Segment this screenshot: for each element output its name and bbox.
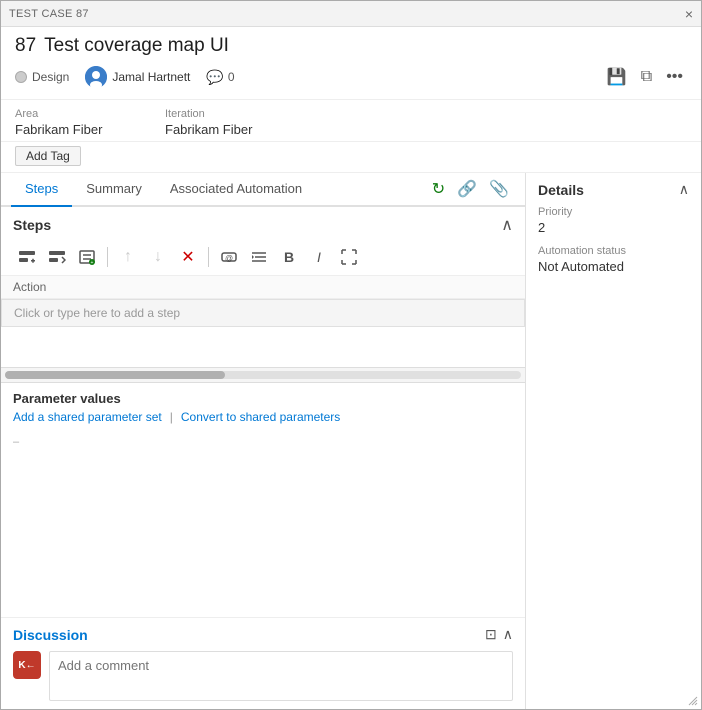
side-panel: Details ∧ Priority 2 Automation status N… [526,173,701,709]
steps-section-header: Steps ∧ [1,207,525,239]
tags-row: Add Tag [1,142,701,173]
comment-count: 0 [228,70,235,84]
priority-label: Priority [538,206,689,218]
tab-steps[interactable]: Steps [11,173,72,207]
work-item-title-row: 87 Test coverage map UI [15,35,687,57]
discussion-collapse-button[interactable]: ∧ [503,626,513,643]
svg-text:@: @ [225,254,233,263]
tab-summary[interactable]: Summary [72,173,156,207]
bold-button[interactable]: B [275,243,303,271]
user-info[interactable]: Jamal Hartnett [85,66,190,88]
add-step-cell[interactable]: Click or type here to add a step [1,299,525,327]
italic-button[interactable]: I [305,243,333,271]
fields-row: Area Fabrikam Fiber Iteration Fabrikam F… [1,100,701,142]
parameters-button[interactable]: @ [215,243,243,271]
details-collapse-button[interactable]: ∧ [679,181,689,198]
discussion-header: Discussion ⊡ ∧ [13,626,513,643]
automation-status-value: Not Automated [538,259,689,274]
work-item-title: Test coverage map UI [44,35,229,57]
steps-toolbar: + ↑ ↓ ✕ @ [1,239,525,276]
param-values-title: Parameter values [13,391,513,406]
add-shared-param-link[interactable]: Add a shared parameter set [13,410,162,424]
meta-bar: Design Jamal Hartnett 💬 0 💾 ⧉ [15,65,687,93]
move-down-button[interactable]: ↓ [144,243,172,271]
comment-badge[interactable]: 💬 0 [206,69,234,86]
toolbar-separator-2 [208,247,209,267]
priority-value[interactable]: 2 [538,220,689,235]
header-toolbar: 💾 ⧉ ••• [603,65,687,89]
comment-input[interactable] [49,651,513,701]
steps-section: Steps ∧ [1,207,525,617]
resize-icon [687,695,699,707]
parameter-values-section: Parameter values Add a shared parameter … [1,383,525,432]
steps-section-title: Steps [13,217,51,233]
convert-shared-params-link[interactable]: Convert to shared parameters [181,410,340,424]
work-item-id: 87 [15,35,36,57]
details-title: Details [538,182,584,198]
area-label: Area [15,108,135,120]
user-name: Jamal Hartnett [112,70,190,84]
status-dot [15,71,27,83]
work-item-header: 87 Test coverage map UI Design Jamal Har… [1,27,701,100]
priority-field: Priority 2 [538,206,689,235]
separator-dash: – [1,432,525,452]
insert-step-button[interactable] [13,243,41,271]
comment-icon: 💬 [206,69,223,86]
horizontal-scrollbar[interactable] [1,367,525,383]
steps-collapse-button[interactable]: ∧ [501,215,513,235]
iteration-label: Iteration [165,108,285,120]
link-icon[interactable]: 🔗 [455,177,479,201]
discussion-icons: ⊡ ∧ [485,626,513,643]
more-button[interactable]: ••• [662,66,687,88]
insert-shared-steps-button[interactable] [43,243,71,271]
area-field: Area Fabrikam Fiber [15,108,135,137]
action-column-header: Action [1,276,525,299]
toolbar-separator-1 [107,247,108,267]
steps-table: Action Click or type here to add a step [1,276,525,327]
copy-button[interactable]: ⧉ [637,66,656,88]
avatar [85,66,107,88]
title-bar: TEST CASE 87 × [1,1,701,27]
tab-action-icons: ↻ 🔗 📎 [426,173,515,205]
details-section-header: Details ∧ [538,181,689,198]
steps-spacer [1,327,525,367]
attachment-icon[interactable]: 📎 [487,177,511,201]
automation-status-label: Automation status [538,245,689,257]
iteration-value[interactable]: Fabrikam Fiber [165,122,285,137]
status-badge[interactable]: Design [15,70,69,84]
discussion-section: Discussion ⊡ ∧ K← [1,617,525,709]
scrollbar-track [5,371,521,379]
svg-text:+: + [91,260,94,266]
discussion-expand-button[interactable]: ⊡ [485,626,497,643]
refresh-icon[interactable]: ↻ [430,177,447,201]
comment-area: K← [13,651,513,701]
fullscreen-button[interactable] [335,243,363,271]
user-avatar: K← [13,651,41,679]
add-tag-button[interactable]: Add Tag [15,146,81,166]
discussion-title: Discussion [13,627,88,643]
status-label: Design [32,70,69,84]
indent-button[interactable] [245,243,273,271]
iteration-field: Iteration Fabrikam Fiber [165,108,285,137]
tab-associated-automation[interactable]: Associated Automation [156,173,316,207]
param-links: Add a shared parameter set | Convert to … [13,410,513,424]
save-button[interactable]: 💾 [603,65,631,89]
create-shared-steps-button[interactable]: + [73,243,101,271]
tabs-bar: Steps Summary Associated Automation ↻ 🔗 … [1,173,525,207]
area-value[interactable]: Fabrikam Fiber [15,122,135,137]
title-bar-text: TEST CASE 87 [9,8,89,20]
automation-status-field: Automation status Not Automated [538,245,689,274]
delete-step-button[interactable]: ✕ [174,243,202,271]
add-step-row[interactable]: Click or type here to add a step [1,299,525,328]
scrollbar-thumb[interactable] [5,371,225,379]
content-area: Steps Summary Associated Automation ↻ 🔗 … [1,173,701,709]
resize-handle[interactable] [687,695,701,709]
close-button[interactable]: × [685,7,693,21]
main-panel: Steps Summary Associated Automation ↻ 🔗 … [1,173,526,709]
user-initials: K← [18,660,35,671]
main-window: TEST CASE 87 × 87 Test coverage map UI D… [0,0,702,710]
move-up-button[interactable]: ↑ [114,243,142,271]
